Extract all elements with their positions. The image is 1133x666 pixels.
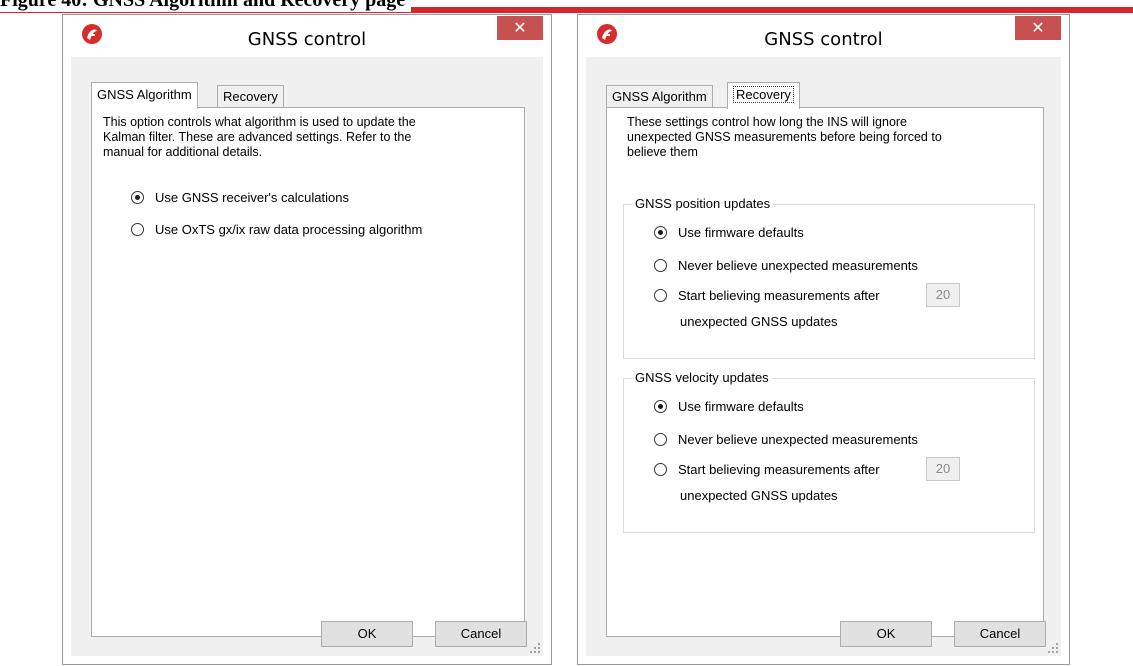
- radio-button[interactable]: [654, 258, 667, 272]
- velocity-option-firmware-defaults[interactable]: Use firmware defaults: [654, 396, 804, 416]
- tab-label: Recovery: [223, 89, 278, 104]
- option-label: Never believe unexpected measurements: [678, 257, 918, 273]
- velocity-option-start-believing[interactable]: Start believing measurements after: [654, 459, 880, 479]
- option-label: Use firmware defaults: [678, 224, 804, 240]
- radio-button[interactable]: [654, 432, 667, 446]
- close-icon: ✕: [513, 18, 527, 37]
- ok-button[interactable]: OK: [321, 621, 413, 647]
- page-header: Figure 40: GNSS Algorithm and Recovery p…: [0, 0, 1133, 14]
- group-label: GNSS velocity updates: [632, 370, 772, 385]
- option-label: Never believe unexpected measurements: [678, 431, 918, 447]
- ok-button[interactable]: OK: [840, 621, 932, 647]
- option-label: Use GNSS receiver's calculations: [155, 189, 349, 205]
- tab-recovery[interactable]: Recovery: [217, 85, 284, 107]
- option-raw-data-processing[interactable]: Use OxTS gx/ix raw data processing algor…: [131, 219, 422, 239]
- algorithm-description: This option controls what algorithm is u…: [103, 115, 416, 159]
- option-label: Start believing measurements after: [678, 287, 880, 303]
- velocity-count-suffix: unexpected GNSS updates: [680, 488, 838, 503]
- tab-gnss-algorithm[interactable]: GNSS Algorithm: [91, 82, 198, 109]
- close-icon: ✕: [1031, 18, 1045, 37]
- position-updates-group: GNSS position updates Use firmware defau…: [623, 196, 1035, 359]
- tab-label: GNSS Algorithm: [612, 89, 707, 104]
- velocity-updates-group: GNSS velocity updates Use firmware defau…: [623, 370, 1035, 533]
- radio-button[interactable]: [131, 222, 144, 236]
- position-option-never-believe[interactable]: Never believe unexpected measurements: [654, 255, 918, 275]
- window-title: GNSS control: [247, 29, 367, 50]
- cancel-button[interactable]: Cancel: [435, 621, 527, 647]
- radio-button[interactable]: [131, 190, 144, 204]
- option-label: Use OxTS gx/ix raw data processing algor…: [155, 221, 423, 237]
- dialog-body: GNSS Algorithm Recovery These settings c…: [586, 57, 1061, 656]
- position-option-firmware-defaults[interactable]: Use firmware defaults: [654, 222, 804, 242]
- radio-button[interactable]: [654, 225, 667, 239]
- resize-grip-icon[interactable]: [1047, 642, 1059, 654]
- gnss-control-dialog-algorithm: GNSS control ✕ GNSS Algorithm Recovery T…: [62, 14, 552, 665]
- tab-recovery[interactable]: Recovery: [727, 82, 800, 109]
- title-bar: GNSS control ✕: [63, 15, 551, 57]
- tab-label: GNSS Algorithm: [97, 87, 192, 102]
- dialog-body: GNSS Algorithm Recovery This option cont…: [71, 57, 543, 656]
- position-updates-count-input[interactable]: 20: [926, 283, 960, 307]
- radio-button[interactable]: [654, 288, 667, 302]
- velocity-updates-count-input[interactable]: 20: [926, 457, 960, 481]
- cancel-button[interactable]: Cancel: [954, 621, 1046, 647]
- position-count-suffix: unexpected GNSS updates: [680, 314, 838, 329]
- radio-button[interactable]: [654, 399, 667, 413]
- tab-panel-gnss-algorithm: This option controls what algorithm is u…: [91, 107, 525, 637]
- option-label: Use firmware defaults: [678, 398, 804, 414]
- window-title: GNSS control: [764, 29, 883, 50]
- gnss-control-dialog-recovery: GNSS control ✕ GNSS Algorithm Recovery T…: [577, 14, 1070, 665]
- title-bar: GNSS control ✕: [578, 15, 1069, 57]
- resize-grip-icon[interactable]: [529, 642, 541, 654]
- tab-panel-recovery: These settings control how long the INS …: [606, 107, 1044, 637]
- position-option-start-believing[interactable]: Start believing measurements after: [654, 285, 880, 305]
- radio-button[interactable]: [654, 462, 667, 476]
- velocity-option-never-believe[interactable]: Never believe unexpected measurements: [654, 429, 918, 449]
- tab-label: Recovery: [733, 86, 794, 103]
- close-button[interactable]: ✕: [1015, 16, 1061, 40]
- tab-gnss-algorithm[interactable]: GNSS Algorithm: [606, 85, 713, 107]
- option-receiver-calculations[interactable]: Use GNSS receiver's calculations: [131, 187, 349, 207]
- page-heading: Figure 40: GNSS Algorithm and Recovery p…: [0, 0, 412, 12]
- option-label: Start believing measurements after: [678, 461, 880, 477]
- recovery-description: These settings control how long the INS …: [627, 115, 942, 159]
- close-button[interactable]: ✕: [497, 16, 543, 40]
- group-label: GNSS position updates: [632, 196, 774, 211]
